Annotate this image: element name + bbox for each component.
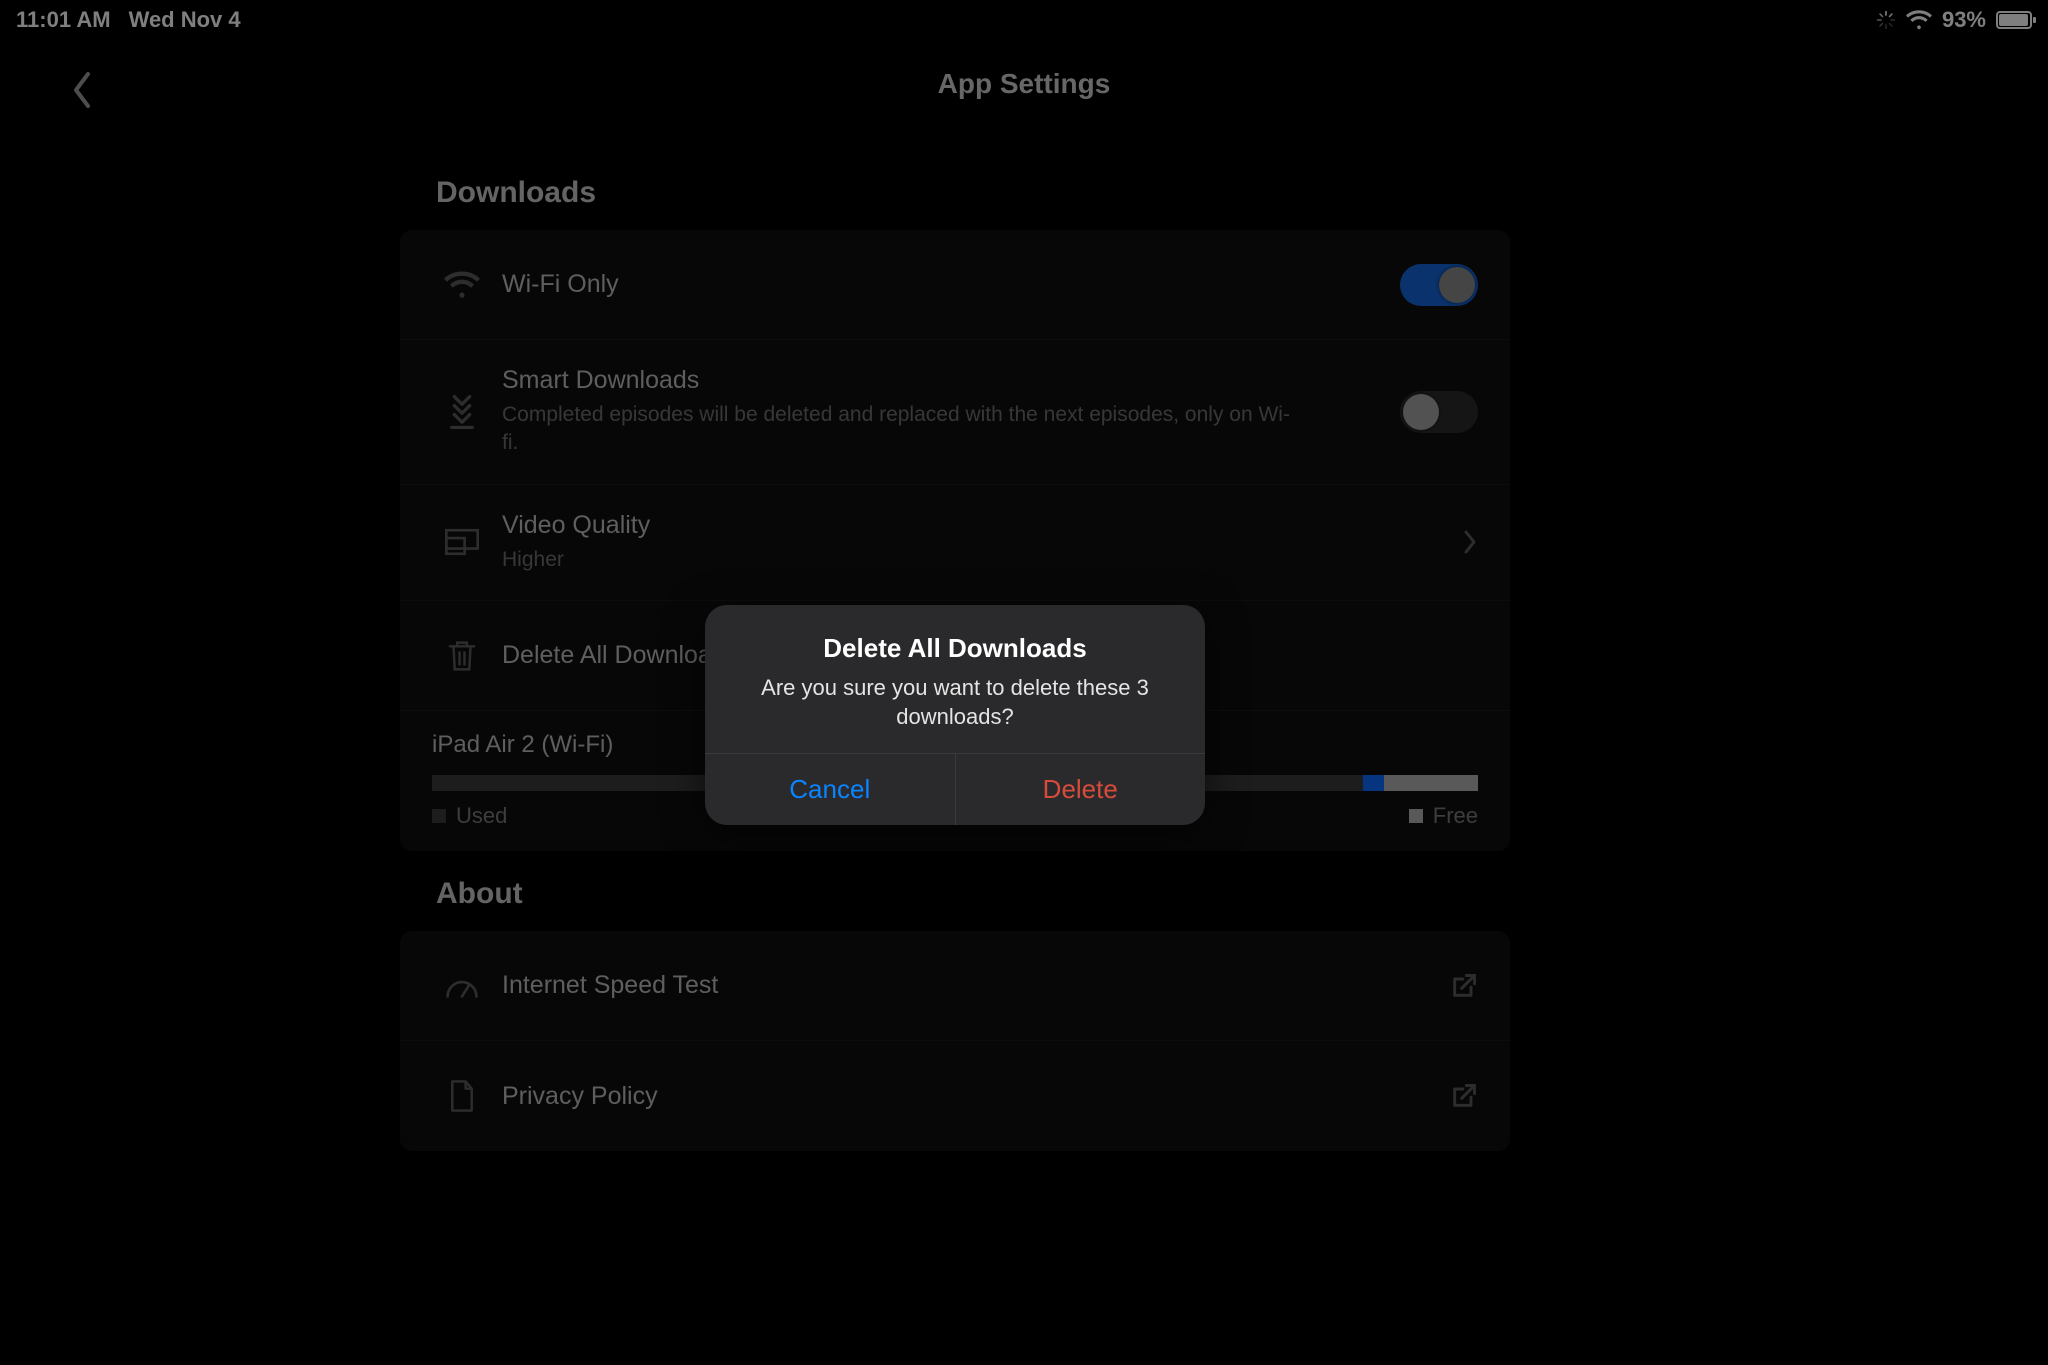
delete-button[interactable]: Delete xyxy=(955,754,1206,825)
alert-title: Delete All Downloads xyxy=(733,633,1177,664)
delete-confirmation-alert: Delete All Downloads Are you sure you wa… xyxy=(705,605,1205,825)
alert-message: Are you sure you want to delete these 3 … xyxy=(733,674,1177,731)
cancel-button[interactable]: Cancel xyxy=(705,754,955,825)
